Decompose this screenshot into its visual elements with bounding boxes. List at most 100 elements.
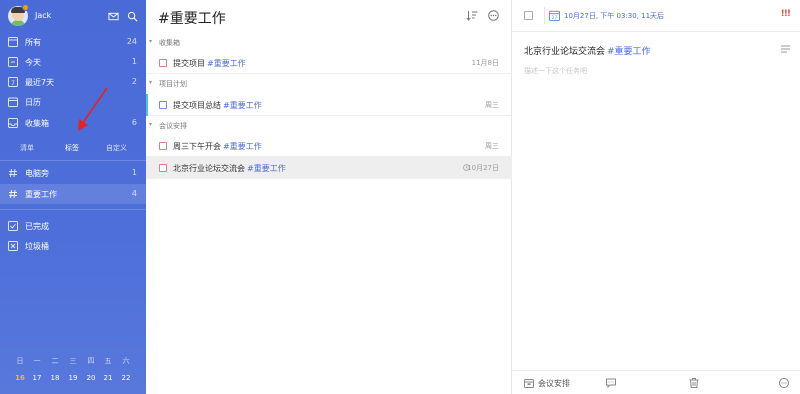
calendar-day[interactable]: 21 (101, 374, 115, 382)
today-icon (8, 57, 18, 67)
svg-text:7: 7 (11, 80, 15, 87)
sidebar-item-label: 收集箱 (25, 119, 49, 128)
calendar-day[interactable]: 22 (119, 374, 133, 382)
sidebar-item-all[interactable]: 所有 24 (0, 32, 146, 52)
calendar-weekday: 六 (122, 357, 130, 365)
hashtag-icon (9, 189, 17, 199)
tab-lists[interactable]: 清单 (20, 143, 34, 153)
sidebar-item-count: 24 (126, 37, 137, 46)
calendar-day-today[interactable]: 16 (13, 374, 27, 382)
description-format-icon[interactable] (781, 45, 790, 53)
sidebar-item-count: 1 (131, 57, 137, 66)
divider (0, 160, 146, 161)
sidebar-item-label: 电脑旁 (25, 169, 49, 178)
sidebar-item-completed[interactable]: 已完成 (0, 216, 146, 236)
group-header[interactable]: ▾ 会议安排 (146, 119, 512, 133)
sort-icon[interactable] (466, 10, 478, 21)
priority-high-icon[interactable]: !!! (781, 9, 791, 19)
list-folder-icon[interactable] (524, 378, 534, 388)
comment-icon[interactable] (606, 378, 616, 388)
sidebar-item-next-7-days[interactable]: 7 最近7天 2 (0, 72, 146, 92)
task-title: 周三下午开会 #重要工作 (173, 142, 262, 151)
task-row[interactable]: 提交项目 #重要工作 11月8日 (146, 52, 512, 74)
task-detail-panel: 27 10月27日, 下午 03:30, 11天后 !!! 北京行业论坛交流会 #… (512, 0, 800, 394)
calendar-weekday: 一 (33, 357, 41, 365)
group-label: 收集箱 (159, 39, 180, 47)
calendar-day[interactable]: 17 (30, 374, 44, 382)
task-title: 北京行业论坛交流会 #重要工作 (173, 164, 286, 173)
task-detail-title[interactable]: 北京行业论坛交流会 #重要工作 (524, 44, 651, 57)
sidebar-item-inbox[interactable]: 收集箱 6 (0, 113, 146, 133)
sidebar-item-count: 4 (131, 189, 137, 198)
detail-toolbar: 27 10月27日, 下午 03:30, 11天后 !!! (512, 0, 800, 32)
week-icon: 7 (8, 77, 18, 87)
delete-icon[interactable] (689, 378, 699, 388)
notification-dot (22, 4, 29, 11)
chevron-down-icon: ▾ (149, 121, 153, 128)
mail-icon[interactable] (108, 11, 119, 22)
task-checkbox[interactable] (159, 59, 167, 67)
task-checkbox[interactable] (159, 164, 167, 172)
calendar-day[interactable]: 18 (48, 374, 62, 382)
sidebar-item-count: 2 (131, 77, 137, 86)
group-label: 会议安排 (159, 122, 187, 130)
project-color-marker (146, 94, 148, 116)
inbox-all-icon (8, 37, 18, 47)
due-date-text[interactable]: 10月27日, 下午 03:30, 11天后 (564, 11, 664, 21)
sidebar-item-label: 今天 (25, 58, 41, 67)
task-tag[interactable]: #重要工作 (207, 59, 246, 68)
completed-icon (8, 221, 18, 231)
sidebar-item-count: 6 (131, 118, 137, 127)
detail-bottom-bar: 会议安排 (512, 370, 800, 394)
task-tag[interactable]: #重要工作 (223, 142, 262, 151)
task-title: 提交项目总结 #重要工作 (173, 101, 262, 110)
username[interactable]: Jack (35, 11, 51, 20)
sidebar: Jack 所有 24 今天 1 7 最近7天 2 日历 收集箱 6 清单 标签 … (0, 0, 146, 394)
task-due-date: 11月8日 (471, 59, 499, 67)
group-label: 项目计划 (159, 80, 187, 88)
sidebar-item-label: 垃圾桶 (25, 242, 49, 251)
calendar-weekday: 五 (104, 357, 112, 365)
task-title: 提交项目 #重要工作 (173, 59, 246, 68)
task-checkbox[interactable] (159, 101, 167, 109)
search-icon[interactable] (127, 11, 138, 22)
group-header[interactable]: ▾ 项目计划 (146, 77, 512, 91)
task-row[interactable]: 周三下午开会 #重要工作 周三 (146, 135, 512, 157)
task-list-panel: #重要工作 ▾ 收集箱 提交项目 #重要工作 11月8日 ▾ 项目计划 提交项目总… (146, 0, 512, 394)
sidebar-item-calendar[interactable]: 日历 (0, 92, 146, 112)
task-tag[interactable]: #重要工作 (247, 164, 286, 173)
task-list-name[interactable]: 会议安排 (538, 378, 570, 389)
more-options-icon[interactable] (779, 378, 789, 388)
trash-icon (8, 241, 18, 251)
sidebar-item-tag-important-work[interactable]: 重要工作 4 (0, 184, 146, 204)
calendar-weekday: 三 (69, 357, 77, 365)
calendar-weekday: 二 (51, 357, 59, 365)
page-title: #重要工作 (158, 11, 226, 27)
calendar-weekday: 四 (87, 357, 95, 365)
tab-tags[interactable]: 标签 (65, 143, 79, 153)
sidebar-item-today[interactable]: 今天 1 (0, 52, 146, 72)
sidebar-item-tag-computer[interactable]: 电脑旁 1 (0, 163, 146, 183)
sidebar-item-label: 所有 (25, 38, 41, 47)
sidebar-item-label: 重要工作 (25, 190, 57, 199)
tab-custom[interactable]: 自定义 (106, 143, 127, 153)
task-tag[interactable]: #重要工作 (223, 101, 262, 110)
hashtag-icon (9, 168, 17, 178)
task-tag[interactable]: #重要工作 (607, 47, 651, 57)
task-row-selected[interactable]: 北京行业论坛交流会 #重要工作 10月27日 (146, 157, 512, 179)
task-due-date: 周三 (485, 101, 499, 109)
svg-text:27: 27 (552, 15, 558, 21)
calendar-icon[interactable]: 27 (549, 10, 560, 21)
detail-checkbox[interactable] (524, 11, 533, 20)
calendar-day[interactable]: 20 (84, 374, 98, 382)
description-input[interactable]: 描述一下这个任务吧 (524, 66, 587, 76)
task-checkbox[interactable] (159, 142, 167, 150)
group-header[interactable]: ▾ 收集箱 (146, 36, 512, 50)
more-options-icon[interactable] (488, 10, 499, 21)
calendar-day[interactable]: 19 (66, 374, 80, 382)
task-due-date: 周三 (485, 142, 499, 150)
task-row[interactable]: 提交项目总结 #重要工作 周三 (146, 94, 512, 116)
sidebar-item-label: 最近7天 (25, 78, 55, 87)
sidebar-item-trash[interactable]: 垃圾桶 (0, 236, 146, 256)
divider (544, 7, 545, 24)
